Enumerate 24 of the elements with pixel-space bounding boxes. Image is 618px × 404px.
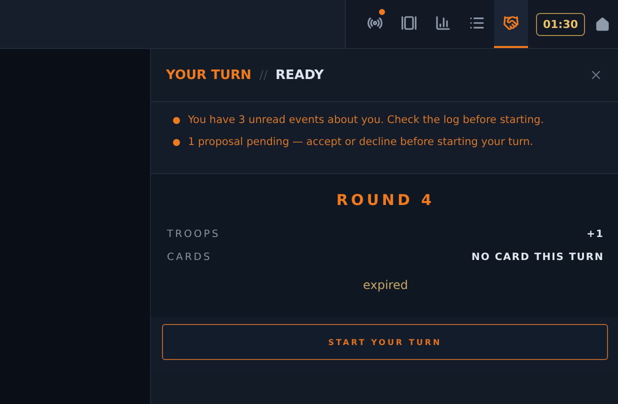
list-icon (468, 15, 485, 31)
timer: 01:30 (536, 12, 585, 36)
toolbar-button[interactable] (494, 0, 528, 48)
bullet-dot (173, 116, 180, 124)
handshake-icon (502, 15, 519, 31)
panel-title: YOUR TURN (166, 68, 252, 82)
notice-text: 1 proposal pending — accept or decline before starting your turn. (188, 136, 534, 148)
notice-text: You have 3 unread events about you. Check the log before starting. (188, 114, 544, 126)
start-turn-button[interactable]: START YOUR TURN (162, 324, 608, 360)
notification-dot (378, 9, 385, 15)
bar-chart-icon (434, 15, 451, 31)
status-label: READY (276, 68, 325, 82)
stat-label: TROOPS (167, 229, 220, 240)
round-title: ROUND 4 (335, 191, 436, 209)
stat-value: NO CARD THIS TURN (471, 252, 604, 263)
stat-label: CARDS (167, 252, 212, 263)
home-icon (595, 16, 610, 32)
signal-icon (366, 15, 383, 31)
status-note: expired (362, 278, 409, 292)
stat-value: +1 (586, 229, 604, 240)
cards-icon (400, 15, 417, 31)
title-separator: // (259, 68, 268, 82)
bullet-dot (173, 138, 180, 146)
close-button[interactable] (589, 68, 603, 82)
